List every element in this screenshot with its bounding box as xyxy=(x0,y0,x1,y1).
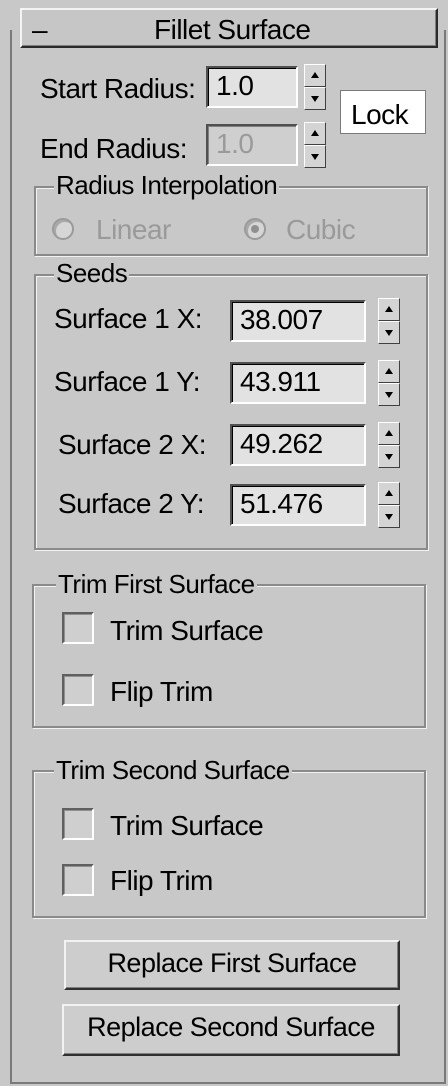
surface-1-x-field[interactable]: 38.007 xyxy=(230,300,366,342)
replace-first-surface-label: Replace First Surface xyxy=(107,948,357,978)
surface-2-y-label: Surface 2 Y: xyxy=(58,488,205,519)
replace-second-surface-button[interactable]: Replace Second Surface xyxy=(62,1004,400,1056)
surface-1-y-value: 43.911 xyxy=(240,366,321,397)
replace-second-surface-label: Replace Second Surface xyxy=(87,1012,375,1042)
spinner-down-icon[interactable] xyxy=(378,321,400,344)
surface-2-x-value: 49.262 xyxy=(240,428,323,459)
surface-2-y-value: 51.476 xyxy=(240,488,323,519)
spinner-down-icon[interactable] xyxy=(378,445,400,468)
spinner-down-icon[interactable] xyxy=(304,145,326,168)
end-radius-field[interactable]: 1.0 xyxy=(206,124,298,166)
trim-first-surface-label[interactable]: Trim Surface xyxy=(110,617,264,645)
flip-trim-first-label[interactable]: Flip Trim xyxy=(110,678,213,706)
trim-first-surface-checkbox[interactable] xyxy=(62,612,94,644)
collapse-icon[interactable]: – xyxy=(32,16,48,44)
surface-1-y-spinner[interactable] xyxy=(378,360,400,406)
start-radius-value: 1.0 xyxy=(216,70,254,101)
surface-2-x-label: Surface 2 X: xyxy=(58,429,207,460)
spinner-up-icon[interactable] xyxy=(378,298,400,321)
spinner-up-icon[interactable] xyxy=(378,482,400,505)
linear-radio-label[interactable]: Linear xyxy=(96,216,171,244)
trim-second-surface-label[interactable]: Trim Surface xyxy=(110,812,264,840)
surface-1-x-spinner[interactable] xyxy=(378,298,400,344)
surface-2-y-spinner[interactable] xyxy=(378,482,400,528)
start-radius-label: Start Radius: xyxy=(40,73,196,104)
surface-2-x-spinner[interactable] xyxy=(378,422,400,468)
surface-2-y-field[interactable]: 51.476 xyxy=(230,484,366,526)
linear-radio-icon[interactable] xyxy=(52,218,74,240)
spinner-down-icon[interactable] xyxy=(304,87,326,110)
trim-first-surface-group xyxy=(32,584,426,728)
trim-second-surface-title: Trim Second Surface xyxy=(54,755,292,785)
end-radius-spinner[interactable] xyxy=(304,122,326,168)
lock-label: Lock xyxy=(351,99,409,130)
lock-button[interactable]: Lock xyxy=(340,90,426,134)
spinner-up-icon[interactable] xyxy=(378,360,400,383)
spinner-up-icon[interactable] xyxy=(304,64,326,87)
end-radius-value: 1.0 xyxy=(216,128,254,159)
start-radius-spinner[interactable] xyxy=(304,64,326,110)
trim-second-surface-checkbox[interactable] xyxy=(62,808,94,840)
spinner-down-icon[interactable] xyxy=(378,383,400,406)
rollout-title: Fillet Surface xyxy=(154,14,311,45)
spinner-up-icon[interactable] xyxy=(378,422,400,445)
rollout-title-bar[interactable]: – Fillet Surface xyxy=(20,8,438,48)
cubic-radio-icon[interactable] xyxy=(244,218,266,240)
cubic-radio-label[interactable]: Cubic xyxy=(286,216,356,244)
spinner-up-icon[interactable] xyxy=(304,122,326,145)
trim-first-surface-title: Trim First Surface xyxy=(56,569,257,599)
surface-1-y-label: Surface 1 Y: xyxy=(54,366,201,397)
end-radius-label: End Radius: xyxy=(40,133,188,164)
seeds-title: Seeds xyxy=(54,258,130,288)
replace-first-surface-button[interactable]: Replace First Surface xyxy=(64,940,400,990)
surface-2-x-field[interactable]: 49.262 xyxy=(230,424,366,466)
spinner-down-icon[interactable] xyxy=(378,505,400,528)
surface-1-x-label: Surface 1 X: xyxy=(54,303,203,334)
surface-1-x-value: 38.007 xyxy=(240,304,323,335)
flip-trim-second-label[interactable]: Flip Trim xyxy=(110,867,213,895)
flip-trim-second-checkbox[interactable] xyxy=(62,864,94,896)
radius-interpolation-title: Radius Interpolation xyxy=(54,170,280,200)
surface-1-y-field[interactable]: 43.911 xyxy=(230,362,366,404)
flip-trim-first-checkbox[interactable] xyxy=(62,674,94,706)
start-radius-field[interactable]: 1.0 xyxy=(206,66,298,108)
